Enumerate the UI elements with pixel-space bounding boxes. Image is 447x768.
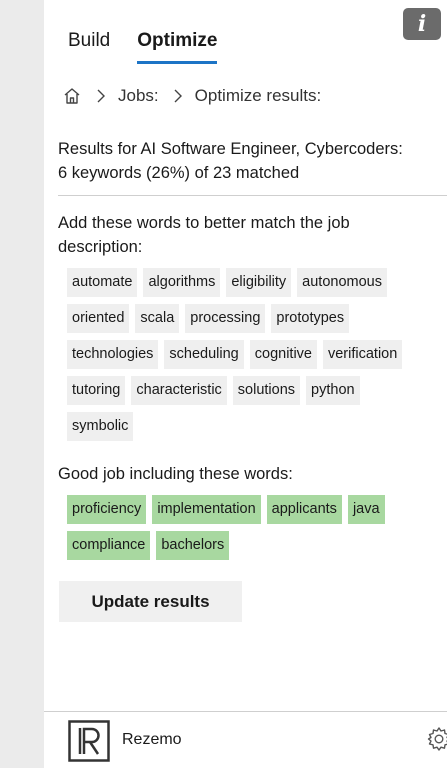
results-summary: Results for AI Software Engineer, Cyberc… (58, 137, 438, 185)
keyword-chip: cognitive (249, 340, 317, 369)
matched-keyword-chip: java (347, 495, 385, 524)
tab-bar: Build Optimize (68, 30, 218, 64)
footer: Rezemo (44, 711, 447, 768)
matched-keyword-chip: compliance (67, 531, 151, 560)
good-words-title: Good job including these words: (58, 465, 293, 483)
keyword-chip: processing (185, 304, 266, 333)
matched-keyword-chip: implementation (152, 495, 261, 524)
keyword-chip: technologies (67, 340, 159, 369)
keyword-chip: python (306, 376, 360, 405)
keyword-chip: scala (135, 304, 180, 333)
tab-optimize[interactable]: Optimize (137, 30, 218, 64)
matched-keywords-list: proficiency implementation applicants ja… (67, 495, 427, 560)
matched-keyword-chip: bachelors (156, 531, 230, 560)
keyword-chip: scheduling (164, 340, 244, 369)
keyword-chip: characteristic (131, 376, 227, 405)
keyword-chip: autonomous (297, 268, 387, 297)
keyword-chip: algorithms (143, 268, 221, 297)
info-icon[interactable]: i (403, 8, 441, 40)
divider (58, 195, 447, 196)
breadcrumb-jobs[interactable]: Jobs: (118, 86, 159, 106)
task-pane: Build Optimize Jobs: Optimize results: R… (44, 0, 447, 768)
tab-build[interactable]: Build (68, 30, 110, 64)
keyword-chip: oriented (67, 304, 130, 333)
results-job-title: Results for AI Software Engineer, Cyberc… (58, 140, 403, 158)
chevron-right-icon (174, 89, 182, 103)
keyword-chip: prototypes (271, 304, 350, 333)
rezemo-logo-icon (68, 720, 110, 762)
matched-keyword-chip: applicants (266, 495, 342, 524)
results-match-count: 6 keywords (26%) of 23 matched (58, 164, 300, 182)
matched-keyword-chip: proficiency (67, 495, 147, 524)
gear-icon[interactable] (426, 726, 447, 752)
add-words-title: Add these words to better match the job … (58, 214, 350, 256)
home-icon[interactable] (62, 86, 82, 106)
keyword-chip: automate (67, 268, 138, 297)
missing-keywords-list: automate algorithms eligibility autonomo… (67, 268, 427, 441)
keyword-chip: verification (322, 340, 403, 369)
brand-name: Rezemo (122, 731, 182, 748)
keyword-chip: symbolic (67, 412, 134, 441)
keyword-chip: eligibility (226, 268, 292, 297)
keyword-chip: tutoring (67, 376, 126, 405)
chevron-right-icon (97, 89, 105, 103)
update-results-button[interactable]: Update results (59, 581, 242, 622)
breadcrumb-optimize-results: Optimize results: (194, 86, 322, 105)
breadcrumb: Jobs: Optimize results: (62, 86, 321, 106)
keyword-chip: solutions (232, 376, 301, 405)
